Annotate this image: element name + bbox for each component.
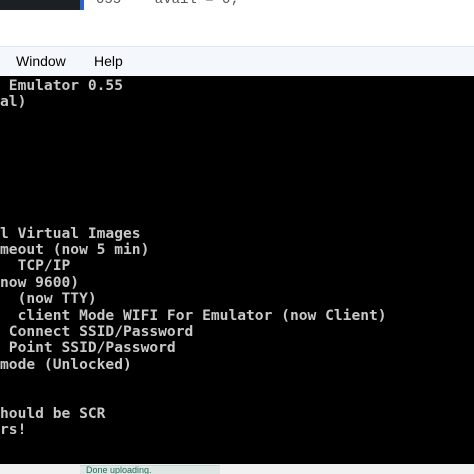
menu-window[interactable]: Window (16, 53, 66, 69)
terminal-line: meout (now 5 min) (0, 241, 150, 258)
terminal-line: Point SSID/Password (0, 339, 176, 357)
serial-monitor-terminal[interactable]: Emulator 0.55 al) l Virtual Images meout (n… (0, 76, 474, 464)
editor-gutter-marker (80, 0, 84, 10)
terminal-line: Connect SSID/Password (0, 323, 194, 340)
editor-background: 055 avail = 0; (0, 0, 474, 10)
upload-status-text: Done uploading. (86, 465, 152, 474)
terminal-line: client Mode WIFI For Emulator (now Clien… (0, 306, 387, 324)
terminal-line: now 9600) (0, 273, 80, 291)
terminal-line: (now TTY) (0, 290, 97, 308)
menu-bar: Window Help (0, 46, 474, 77)
terminal-line: l Virtual Images (0, 224, 141, 242)
editor-code-line: 055 avail = 0; (96, 0, 239, 8)
terminal-line: al) (0, 93, 27, 111)
terminal-line: TCP/IP (0, 257, 71, 275)
terminal-line: Emulator 0.55 (0, 77, 124, 94)
terminal-line: hould be SCR (0, 405, 106, 422)
menu-help[interactable]: Help (94, 53, 123, 69)
status-strip: Done uploading. (0, 464, 474, 474)
editor-sidebar (0, 0, 80, 10)
terminal-line: rs! (0, 421, 27, 439)
upload-status: Done uploading. (80, 465, 220, 474)
terminal-line: mode (Unlocked) (0, 355, 132, 373)
